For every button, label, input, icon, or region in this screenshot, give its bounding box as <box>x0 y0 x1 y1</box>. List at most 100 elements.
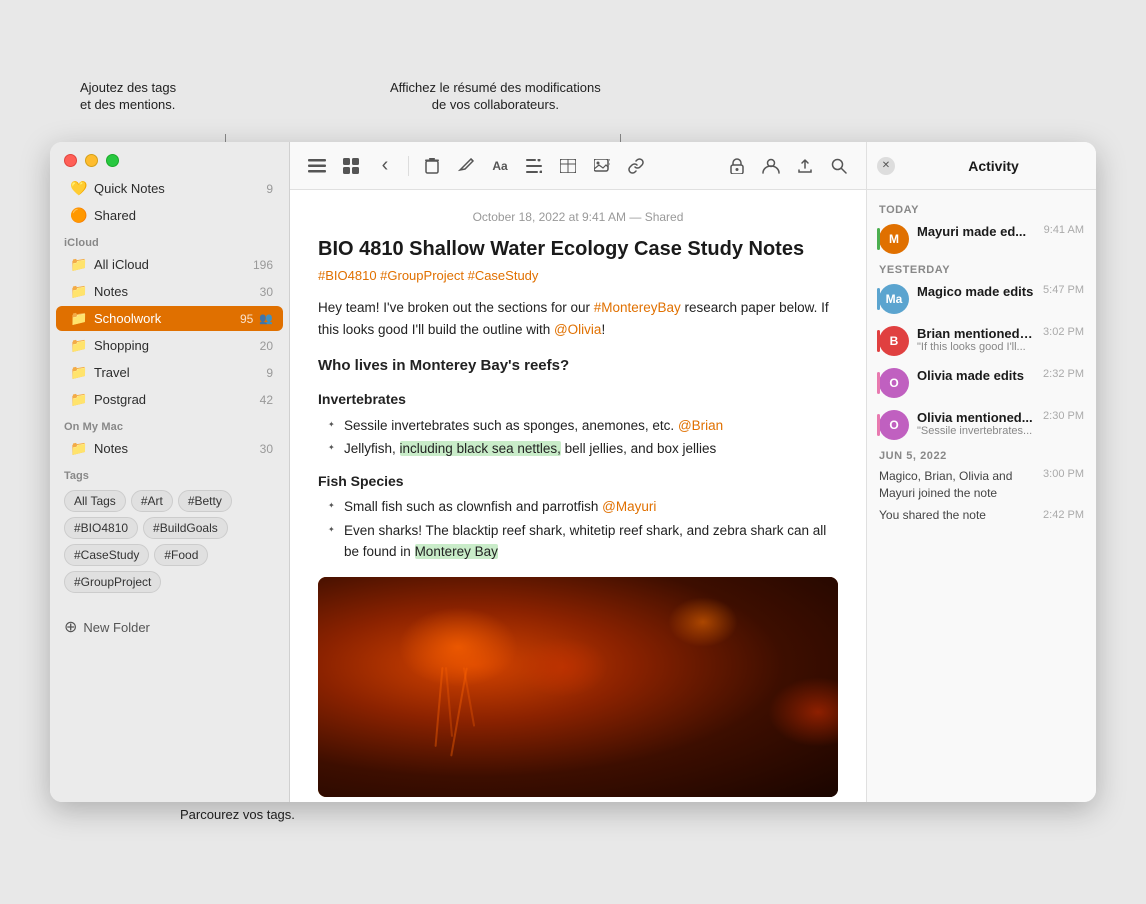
shopping-count: 20 <box>260 339 273 353</box>
subsection-fish: Fish Species <box>318 470 838 492</box>
highlight-black-sea-nettles: including black sea nettles, <box>400 441 561 456</box>
magico-info: Magico made edits <box>917 284 1035 299</box>
new-folder-icon: ⊕ <box>64 617 77 637</box>
postgrad-label: Postgrad <box>94 392 254 407</box>
tag-bio4810[interactable]: #BIO4810 <box>64 517 138 539</box>
olivia1-name: Olivia made edits <box>917 368 1035 383</box>
link-button[interactable] <box>621 151 651 181</box>
magico-name: Magico made edits <box>917 284 1035 299</box>
bullet-item-3: Small fish such as clownfish and parrotf… <box>328 496 838 518</box>
olivia2-indicator <box>877 414 880 436</box>
activity-item-brian[interactable]: B Brian mentioned L... "If this looks go… <box>867 320 1096 362</box>
tag-food[interactable]: #Food <box>154 544 208 566</box>
activity-close-button[interactable]: ✕ <box>877 157 895 175</box>
font-button[interactable]: Aa <box>485 151 515 181</box>
shared-icon: 🟠 <box>70 207 88 224</box>
window-controls <box>50 142 289 175</box>
minimize-button[interactable] <box>85 154 98 167</box>
main-content: ‹ Aa <box>290 142 866 802</box>
activity-toolbar: ✕ Activity <box>867 142 1096 190</box>
table-button[interactable] <box>553 151 583 181</box>
mayuri-time: 9:41 AM <box>1044 224 1084 236</box>
activity-item-olivia2[interactable]: O Olivia mentioned... "Sessile invertebr… <box>867 404 1096 446</box>
note-content[interactable]: October 18, 2022 at 9:41 AM — Shared BIO… <box>290 190 866 802</box>
tags-section: Tags All Tags #Art #Betty #BIO4810 #Buil… <box>50 462 289 597</box>
format-button[interactable] <box>519 151 549 181</box>
activity-item-magico[interactable]: Ma Magico made edits 5:47 PM <box>867 278 1096 320</box>
tags-section-label: Tags <box>64 470 275 482</box>
toolbar: ‹ Aa <box>290 142 866 190</box>
sidebar-item-postgrad[interactable]: 📁 Postgrad 42 <box>56 387 283 412</box>
sidebar: 💛 Quick Notes 9 🟠 Shared iCloud 📁 All iC… <box>50 142 290 802</box>
activity-panel: ✕ Activity TODAY M Mayuri made ed... 9:4… <box>866 142 1096 802</box>
icloud-section-label: iCloud <box>50 229 289 251</box>
sidebar-item-on-my-mac-notes[interactable]: 📁 Notes 30 <box>56 436 283 461</box>
mayuri-indicator <box>877 228 880 250</box>
annotation-bottom-left: Parcourez vos tags. <box>180 807 295 824</box>
bullet-item-2: Jellyfish, including black sea nettles, … <box>328 438 838 460</box>
maximize-button[interactable] <box>106 154 119 167</box>
olivia2-preview: "Sessile invertebrates... <box>917 425 1035 437</box>
note-date: October 18, 2022 at 9:41 AM — Shared <box>318 210 838 224</box>
quick-notes-label: Quick Notes <box>94 181 260 196</box>
notes-count: 30 <box>260 285 273 299</box>
on-my-mac-notes-label: Notes <box>94 441 254 456</box>
compose-button[interactable] <box>451 151 481 181</box>
bullet-item-1: Sessile invertebrates such as sponges, a… <box>328 415 838 437</box>
activity-body: TODAY M Mayuri made ed... 9:41 AM YESTER… <box>867 190 1096 802</box>
sidebar-item-shared[interactable]: 🟠 Shared <box>56 203 283 228</box>
note-body: Hey team! I've broken out the sections f… <box>318 297 838 563</box>
mention-mayuri: @Mayuri <box>602 499 656 514</box>
activity-item-olivia1[interactable]: O Olivia made edits 2:32 PM <box>867 362 1096 404</box>
jun5-time-2: 2:42 PM <box>1043 509 1084 521</box>
close-button[interactable] <box>64 154 77 167</box>
sidebar-item-shopping[interactable]: 📁 Shopping 20 <box>56 333 283 358</box>
notes-label: Notes <box>94 284 254 299</box>
tag-casestudy[interactable]: #CaseStudy <box>64 544 149 566</box>
olivia2-name: Olivia mentioned... <box>917 410 1035 425</box>
sidebar-item-travel[interactable]: 📁 Travel 9 <box>56 360 283 385</box>
shared-label: Shared <box>94 208 273 223</box>
olivia1-time: 2:32 PM <box>1043 368 1084 380</box>
postgrad-count: 42 <box>260 393 273 407</box>
jun5-item-2: You shared the note 2:42 PM <box>867 504 1096 524</box>
tag-all-tags[interactable]: All Tags <box>64 490 126 512</box>
sidebar-item-quick-notes[interactable]: 💛 Quick Notes 9 <box>56 176 283 201</box>
search-button[interactable] <box>824 151 854 181</box>
mayuri-name: Mayuri made ed... <box>917 224 1036 239</box>
delete-button[interactable] <box>417 151 447 181</box>
quick-notes-icon: 💛 <box>70 180 88 197</box>
brian-time: 3:02 PM <box>1043 326 1084 338</box>
jun5-label: JUN 5, 2022 <box>867 446 1096 464</box>
toolbar-divider-1 <box>408 156 409 176</box>
jun5-time-1: 3:00 PM <box>1043 468 1084 480</box>
back-button[interactable]: ‹ <box>370 151 400 181</box>
new-folder-button[interactable]: ⊕ New Folder <box>50 609 289 645</box>
tag-buildgoals[interactable]: #BuildGoals <box>143 517 228 539</box>
lock-button[interactable] <box>722 151 752 181</box>
fish-list: Small fish such as clownfish and parrotf… <box>318 496 838 563</box>
postgrad-icon: 📁 <box>70 391 88 408</box>
grid-view-button[interactable] <box>336 151 366 181</box>
sidebar-item-all-icloud[interactable]: 📁 All iCloud 196 <box>56 252 283 277</box>
tag-art[interactable]: #Art <box>131 490 173 512</box>
bullet-item-4: Even sharks! The blacktip reef shark, wh… <box>328 520 838 563</box>
sidebar-item-schoolwork[interactable]: 📁 Schoolwork 95 👥 <box>56 306 283 331</box>
brian-name: Brian mentioned L... <box>917 326 1035 341</box>
olivia1-indicator <box>877 372 880 394</box>
jun5-item-1: Magico, Brian, Olivia and Mayuri joined … <box>867 464 1096 504</box>
media-button[interactable] <box>587 151 617 181</box>
tag-groupproject[interactable]: #GroupProject <box>64 571 161 593</box>
jun5-text-1: Magico, Brian, Olivia and Mayuri joined … <box>879 468 1035 502</box>
note-image <box>318 577 838 797</box>
brian-preview: "If this looks good I'll... <box>917 341 1035 353</box>
collaborate-button[interactable] <box>756 151 786 181</box>
new-folder-label: New Folder <box>83 620 149 635</box>
toolbar-right <box>722 151 854 181</box>
activity-item-mayuri[interactable]: M Mayuri made ed... 9:41 AM <box>867 218 1096 260</box>
share-button[interactable] <box>790 151 820 181</box>
tag-betty[interactable]: #Betty <box>178 490 232 512</box>
list-view-button[interactable] <box>302 151 332 181</box>
today-label: TODAY <box>867 200 1096 218</box>
sidebar-item-notes[interactable]: 📁 Notes 30 <box>56 279 283 304</box>
